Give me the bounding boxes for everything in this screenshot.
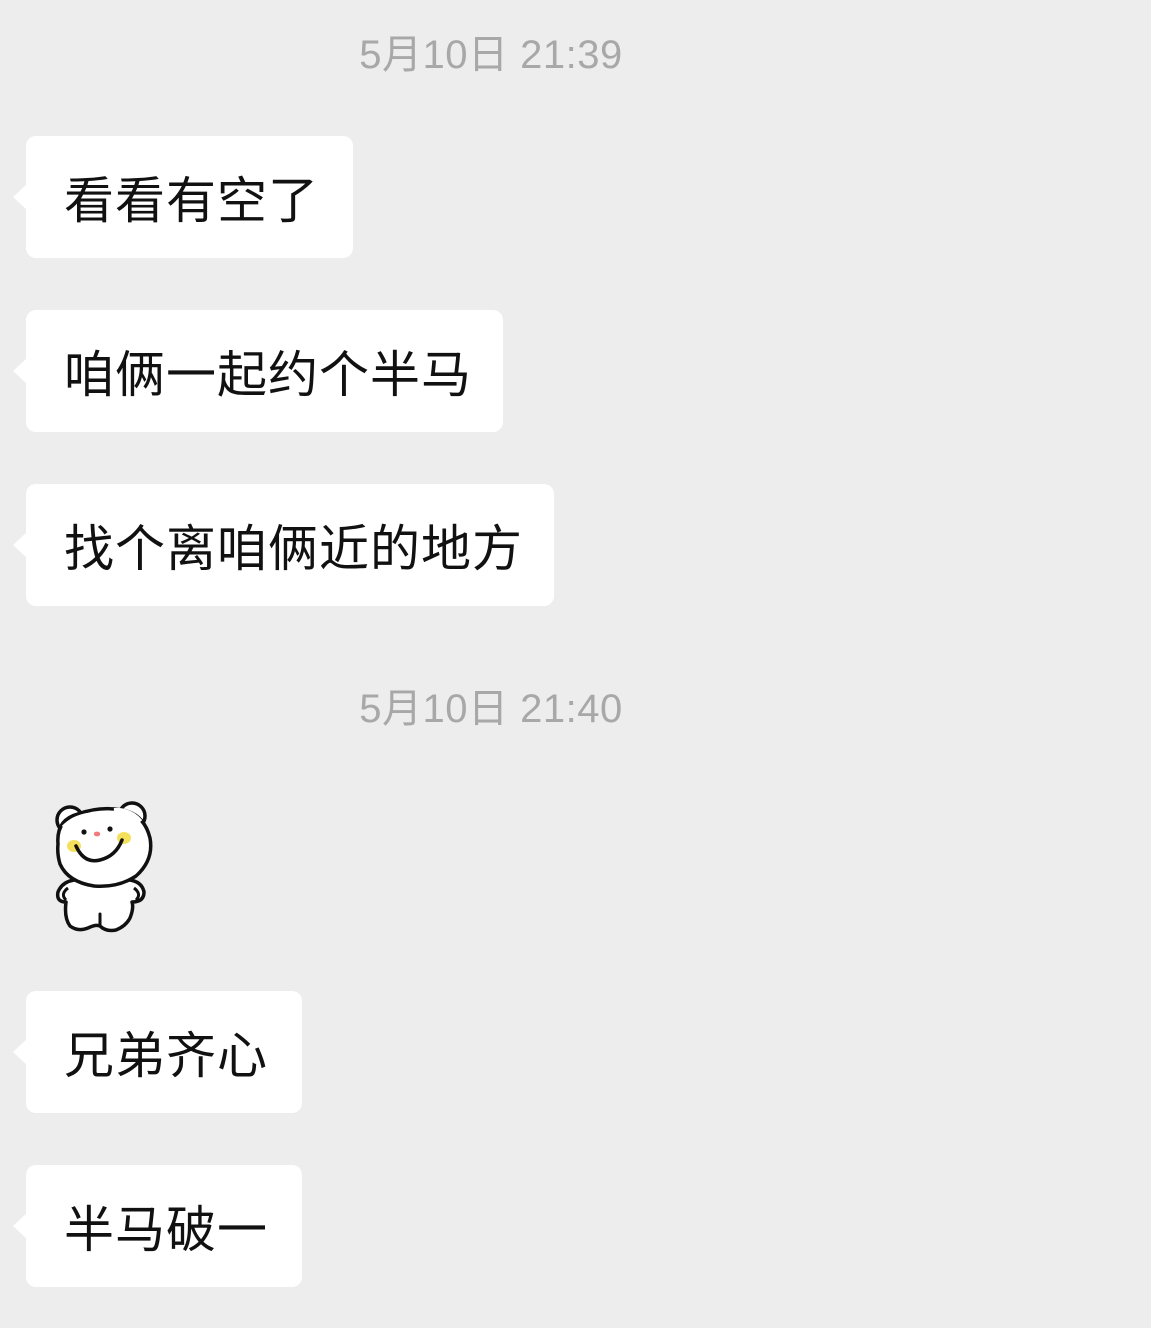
- message-bubble[interactable]: 兄弟齐心: [13, 991, 302, 1113]
- message-bubble[interactable]: 看看有空了: [13, 136, 353, 258]
- message-text: 看看有空了: [64, 172, 319, 230]
- white-bear-sticker-icon[interactable]: [44, 794, 158, 934]
- timestamp-divider: 5月10日 21:39: [359, 33, 623, 77]
- message-text: 找个离咱俩近的地方: [64, 520, 523, 578]
- message-bubble[interactable]: 半马破一: [13, 1165, 302, 1287]
- message-text: 兄弟齐心: [64, 1027, 268, 1085]
- message-bubble[interactable]: 找个离咱俩近的地方: [13, 484, 554, 606]
- message-text: 咱俩一起约个半马: [64, 346, 472, 404]
- message-text: 半马破一: [64, 1201, 268, 1259]
- timestamp-divider: 5月10日 21:40: [359, 687, 623, 731]
- message-bubble[interactable]: 咱俩一起约个半马: [13, 310, 503, 432]
- chat-message-list[interactable]: 5月10日 21:39 看看有空了 咱俩一起约个半马 找个离咱俩近的地方 5月1…: [0, 0, 1151, 1328]
